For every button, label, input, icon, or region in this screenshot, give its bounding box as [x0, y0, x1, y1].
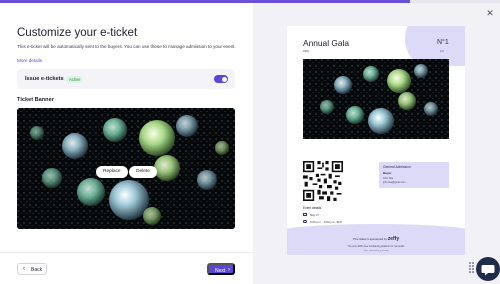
page-description: This e-ticket will be automatically sent… — [17, 44, 236, 49]
sponsor-tagline: The only 100% free fundraising platform … — [347, 245, 405, 248]
buyer-label: Buyer — [383, 171, 392, 175]
more-details-link[interactable]: More details — [17, 58, 42, 63]
toggle-knob — [221, 76, 227, 82]
buyer-email: john.doe@gmail.com — [383, 181, 406, 184]
chevron-left-icon: ‹ — [23, 266, 25, 272]
page-title: Customize your e-ticket — [17, 27, 138, 39]
sponsor-line: This ticket is sponsored by zeffy — [287, 236, 465, 242]
ticket-event-title: Annual Gala — [303, 38, 350, 48]
footer-divider — [0, 252, 253, 253]
ticket-count: 1/4 — [440, 50, 444, 53]
close-icon[interactable]: ✕ — [485, 8, 495, 18]
ticket-number: N°1 — [437, 39, 449, 46]
calendar-icon — [303, 212, 307, 217]
event-date: May 27 — [310, 212, 320, 217]
sponsor-fineprint: Zeffy · powered by generosity — [363, 250, 389, 252]
admission-type: General Admission — [383, 165, 411, 169]
issue-etickets-toggle[interactable] — [214, 75, 228, 83]
next-button-label: Next — [215, 268, 226, 274]
sponsor-prefix: This ticket is sponsored by — [352, 237, 387, 241]
ticket-organization: Zeffy — [303, 49, 310, 53]
ticket-banner-image: Replace Delete — [17, 108, 235, 229]
event-time: 6:00 p.m. - 8:00 p.m. EDT — [310, 219, 343, 224]
next-button[interactable]: Next › — [207, 263, 235, 275]
ticket-banner-label: Ticket Banner — [17, 97, 54, 103]
chat-bubble-icon — [481, 265, 495, 276]
ticket-preview-banner — [303, 59, 449, 139]
replace-image-button[interactable]: Replace — [96, 166, 128, 178]
chat-button[interactable] — [476, 257, 500, 281]
back-button-label: Back — [31, 266, 43, 273]
issue-etickets-label: Issue e-tickets — [25, 76, 64, 82]
drag-handle-icon[interactable] — [469, 262, 474, 274]
ticket-banner-thumbnail — [303, 59, 449, 139]
sponsor-brand: zeffy — [387, 236, 400, 242]
event-details-label: Event details — [303, 206, 322, 210]
chevron-right-icon: › — [228, 267, 230, 273]
issue-etickets-card: Issue e-tickets Active — [17, 69, 235, 89]
ticket-preview: N°1 1/4 Annual Gala Zeffy General Admiss… — [287, 26, 465, 255]
buyer-name: John Doe — [383, 177, 394, 180]
status-badge: Active — [66, 75, 84, 83]
qr-code — [303, 161, 343, 201]
back-button[interactable]: ‹ Back — [17, 263, 47, 275]
clock-icon — [303, 219, 307, 224]
delete-image-button[interactable]: Delete — [129, 166, 157, 178]
